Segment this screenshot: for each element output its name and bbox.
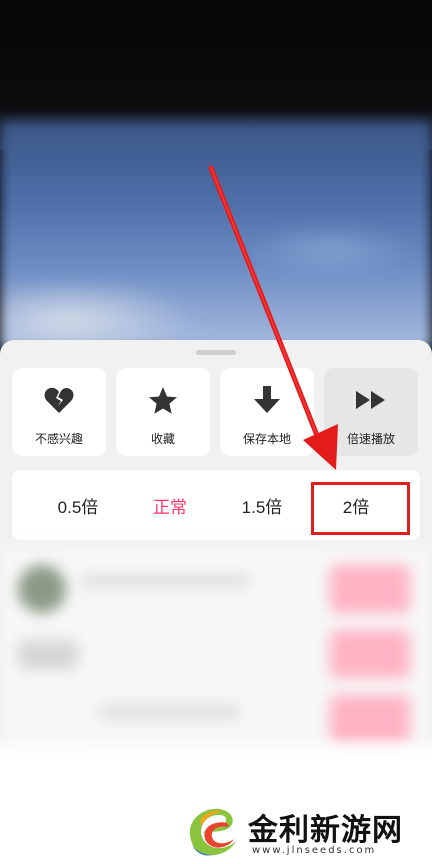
favorite-label: 收藏: [150, 432, 175, 446]
download-arrow-icon: [251, 384, 283, 416]
brand-logo-icon: [189, 808, 236, 856]
list-item: [330, 565, 410, 613]
not-interested-label: 不感兴趣: [34, 432, 83, 446]
list-item: [18, 640, 78, 670]
star-icon: [147, 384, 179, 416]
speed-option-0.5x[interactable]: 0.5倍: [30, 470, 126, 540]
save-local-label: 保存本地: [242, 432, 291, 446]
broken-heart-icon: [43, 384, 75, 416]
avatar: [18, 565, 66, 613]
fast-forward-icon: [355, 384, 387, 416]
watermark-footer: 金利新游网 www.jlnseeds.com: [0, 735, 432, 864]
action-menu: 不感兴趣 收藏 保存本地 倍速播放: [12, 368, 420, 456]
list-item: [330, 630, 410, 678]
footer-fade: [0, 735, 432, 757]
list-item: [100, 705, 240, 719]
brand-name: 金利新游网: [248, 813, 403, 848]
speed-option-normal[interactable]: 正常: [122, 470, 218, 540]
list-item: [80, 575, 250, 587]
sheet-drag-handle[interactable]: [196, 350, 236, 355]
save-local-button[interactable]: 保存本地: [220, 368, 314, 456]
playback-speed-button[interactable]: 倍速播放: [324, 368, 418, 456]
playback-speed-label: 倍速播放: [346, 432, 395, 446]
speed-option-1.5x[interactable]: 1.5倍: [214, 470, 310, 540]
annotation-highlight-box: [311, 482, 410, 535]
not-interested-button[interactable]: 不感兴趣: [12, 368, 106, 456]
brand-url: www.jlnseeds.com: [252, 845, 377, 856]
video-preview-blurred[interactable]: [0, 120, 432, 350]
favorite-button[interactable]: 收藏: [116, 368, 210, 456]
